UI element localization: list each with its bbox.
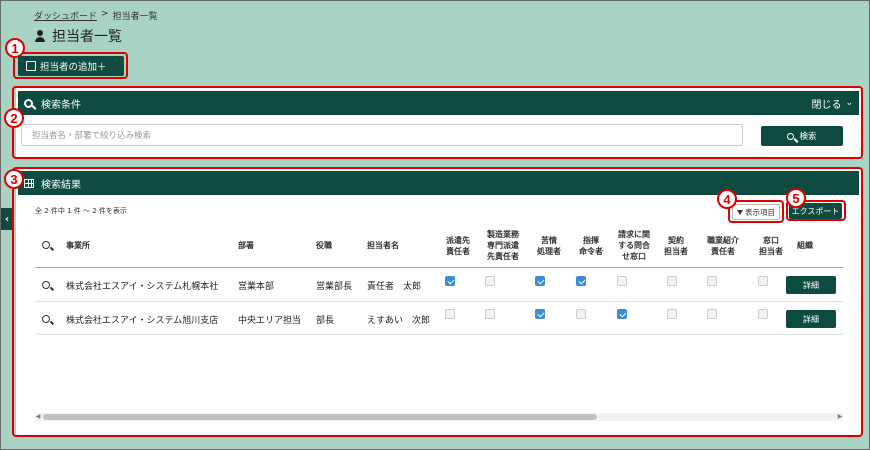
col-header-position: 役職	[316, 241, 332, 250]
cell-position: 営業部長	[316, 282, 353, 292]
cell-position: 部長	[316, 316, 335, 326]
checkbox-r1-c5	[617, 276, 627, 286]
checkbox-r2-c2	[485, 309, 495, 319]
annotation-badge-1: 1	[5, 38, 25, 58]
cell-office: 株式会社エスアイ・システム旭川支店	[66, 316, 219, 326]
col-header-contract: 契約 担当者	[664, 236, 688, 256]
breadcrumb-separator: >	[101, 9, 109, 19]
annotation-box-4	[728, 200, 784, 223]
col-header-complaint-handler: 苦情 処理者	[537, 236, 561, 256]
annotation-badge-3: 3	[4, 169, 24, 189]
breadcrumb-current: 担当者一覧	[112, 12, 158, 22]
result-count: 全 2 件中 1 件 ～ 2 件を表示	[35, 207, 127, 215]
checkbox-r2-c7	[707, 309, 717, 319]
user-icon	[34, 29, 46, 43]
cell-name: 責任者 太郎	[367, 282, 422, 292]
breadcrumb-dashboard-link[interactable]: ダッシュボード	[34, 9, 97, 22]
cell-dept: 営業本部	[238, 282, 275, 292]
col-header-dept: 部署	[238, 241, 254, 250]
page-title: 担当者一覧	[34, 26, 122, 46]
annotation-badge-5: 5	[786, 188, 806, 208]
checkbox-r2-c5	[617, 309, 627, 319]
scrollbar-thumb[interactable]	[43, 414, 597, 420]
checkbox-r1-c2	[485, 276, 495, 286]
cell-dept: 中央エリア担当	[238, 316, 302, 326]
row-zoom-icon[interactable]	[42, 281, 50, 289]
checkbox-r1-c8	[758, 276, 768, 286]
col-header-org: 組織	[797, 241, 813, 250]
add-staff-button[interactable]: 担当者の追加＋	[18, 56, 124, 76]
checkbox-r1-c6	[667, 276, 677, 286]
row-divider	[35, 301, 843, 302]
cell-name: えすあい 次郎	[367, 316, 431, 326]
annotation-badge-2: 2	[4, 108, 24, 128]
col-header-name: 担当者名	[367, 241, 399, 250]
checkbox-r2-c6	[667, 309, 677, 319]
checkbox-r1-c3	[535, 276, 545, 286]
checkbox-r2-c3	[535, 309, 545, 319]
col-header-dispatch-manager: 派遣先 責任者	[446, 236, 470, 256]
detail-button[interactable]: 詳細	[786, 310, 836, 328]
checkbox-r1-c7	[707, 276, 717, 286]
row-divider	[35, 334, 843, 335]
detail-button[interactable]: 詳細	[786, 276, 836, 294]
checkbox-r2-c8	[758, 309, 768, 319]
annotation-box-2	[12, 86, 863, 159]
annotation-badge-4: 4	[717, 189, 737, 209]
row-zoom-icon[interactable]	[42, 315, 50, 323]
checkbox-r2-c1	[445, 309, 455, 319]
col-header-placement: 職業紹介 責任者	[707, 236, 739, 256]
scroll-left-icon[interactable]: ◀	[35, 413, 41, 421]
checkbox-r1-c4	[576, 276, 586, 286]
horizontal-scrollbar[interactable]: ◀ ▶	[35, 413, 843, 421]
col-header-window: 窓口 担当者	[759, 236, 783, 256]
edit-icon	[26, 61, 36, 71]
table-header-divider	[35, 267, 843, 268]
col-header-commander: 指揮 命令者	[579, 236, 603, 256]
page-title-text: 担当者一覧	[52, 29, 122, 45]
zoom-icon	[42, 241, 50, 249]
checkbox-r1-c1	[445, 276, 455, 286]
col-header-manufacturing-manager: 製造業務 専門派遣 先責任者	[487, 230, 519, 261]
checkbox-r2-c4	[576, 309, 586, 319]
add-staff-label: 担当者の追加＋	[40, 62, 107, 73]
col-header-office: 事業所	[66, 241, 90, 250]
chevron-left-icon: ‹	[4, 213, 10, 225]
scroll-right-icon[interactable]: ▶	[837, 413, 843, 421]
breadcrumb: ダッシュボード > 担当者一覧	[34, 9, 158, 22]
col-header-billing-contact: 請求に関 する問合 せ窓口	[618, 230, 650, 261]
cell-office: 株式会社エスアイ・システム札幌本社	[66, 282, 219, 292]
